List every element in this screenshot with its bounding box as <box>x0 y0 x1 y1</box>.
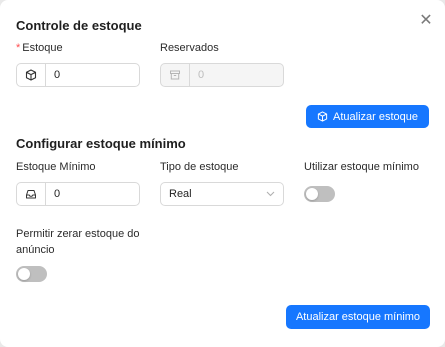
reserved-value: 0 <box>198 69 205 81</box>
stock-type-value: Real <box>169 188 192 200</box>
stock-type-select[interactable]: Real <box>160 182 284 206</box>
use-min-label: Utilizar estoque mínimo <box>304 161 419 173</box>
close-icon[interactable]: ✕ <box>417 12 435 30</box>
update-stock-button[interactable]: Atualizar estoque <box>306 105 429 128</box>
update-min-stock-button[interactable]: Atualizar estoque mínimo <box>286 305 430 329</box>
allow-zero-label: Permitir zerar estoque do anúncio <box>16 226 140 258</box>
inbox-icon <box>17 183 46 205</box>
update-stock-label: Atualizar estoque <box>333 110 418 123</box>
toggle-knob <box>18 268 30 280</box>
stock-type-label: Tipo de estoque <box>160 161 239 173</box>
stock-input[interactable]: 0 <box>16 63 140 87</box>
stock-value: 0 <box>54 69 61 81</box>
stock-label: * Estoque <box>16 42 63 54</box>
required-mark: * <box>16 42 21 54</box>
stock-section-title: Controle de estoque <box>16 18 142 33</box>
min-stock-label: Estoque Mínimo <box>16 161 96 173</box>
allow-zero-toggle[interactable] <box>16 266 47 282</box>
update-min-stock-label: Atualizar estoque mínimo <box>295 311 421 323</box>
archive-icon <box>161 64 190 86</box>
box-icon <box>17 64 46 86</box>
min-stock-input[interactable]: 0 <box>16 182 140 206</box>
min-stock-value: 0 <box>54 188 61 200</box>
toggle-knob <box>306 188 318 200</box>
chevron-down-icon <box>266 191 275 197</box>
reserved-input: 0 <box>160 63 284 87</box>
stock-label-text: Estoque <box>22 42 63 54</box>
use-min-toggle[interactable] <box>304 186 335 202</box>
allow-zero-label-line1: Permitir zerar estoque do <box>16 228 140 240</box>
min-section-title: Configurar estoque mínimo <box>16 136 186 151</box>
stock-modal: ✕ Controle de estoque * Estoque 0 Reserva… <box>0 0 445 347</box>
cube-icon <box>317 111 328 122</box>
reserved-label: Reservados <box>160 42 219 54</box>
allow-zero-label-line2: anúncio <box>16 244 55 256</box>
